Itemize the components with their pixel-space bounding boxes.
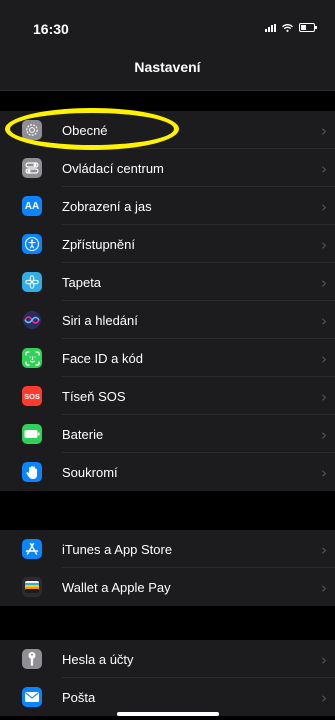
status-icons — [265, 23, 317, 32]
app-store-icon — [22, 539, 42, 559]
chevron-right-icon: › — [321, 464, 327, 482]
settings-item-mail[interactable]: Pošta › — [0, 678, 335, 716]
chevron-right-icon: › — [321, 388, 327, 406]
siri-icon — [22, 310, 42, 330]
chevron-right-icon: › — [321, 689, 327, 707]
wallpaper-icon — [22, 272, 42, 292]
chevron-right-icon: › — [321, 274, 327, 292]
settings-item-label: Zobrazení a jas — [62, 198, 152, 214]
chevron-right-icon: › — [321, 426, 327, 444]
display-brightness-icon: AA — [22, 196, 42, 216]
settings-item-label: Pošta — [62, 689, 96, 705]
chevron-right-icon: › — [321, 236, 327, 254]
status-time: 16:30 — [33, 21, 69, 37]
accessibility-icon — [22, 234, 42, 254]
settings-item-label: Baterie — [62, 426, 104, 442]
settings-item-label: Soukromí — [62, 464, 118, 480]
settings-item-label: Siri a hledání — [62, 312, 138, 328]
settings-item-wallpaper[interactable]: Tapeta › — [0, 263, 335, 301]
settings-item-display-brightness[interactable]: AA Zobrazení a jas › — [0, 187, 335, 225]
settings-item-control-center[interactable]: Ovládací centrum › — [0, 149, 335, 187]
key-icon — [22, 649, 42, 669]
chevron-right-icon: › — [321, 579, 327, 597]
settings-item-itunes-app-store[interactable]: iTunes a App Store › — [0, 530, 335, 568]
settings-item-label: Ovládací centrum — [62, 160, 164, 176]
settings-item-accessibility[interactable]: Zpřístupnění › — [0, 225, 335, 263]
settings-group-main: Obecné › Ovládací centrum › AA Zobrazení… — [0, 111, 335, 491]
settings-item-label: Face ID a kód — [62, 350, 143, 366]
chevron-right-icon: › — [321, 160, 327, 178]
settings-item-siri-search[interactable]: Siri a hledání › — [0, 301, 335, 339]
page-title: Nastavení — [134, 59, 201, 75]
settings-item-label: Hesla a účty — [62, 651, 134, 667]
sos-icon: SOS — [22, 386, 42, 406]
battery-status-icon — [299, 23, 317, 32]
settings-item-wallet-apple-pay[interactable]: Wallet a Apple Pay › — [0, 568, 335, 606]
settings-item-label: Tapeta — [62, 274, 102, 290]
settings-item-face-id[interactable]: Face ID a kód › — [0, 339, 335, 377]
settings-item-privacy[interactable]: Soukromí › — [0, 453, 335, 491]
wallet-icon — [22, 577, 42, 597]
hand-icon — [22, 462, 42, 482]
battery-icon — [22, 424, 42, 444]
settings-item-label: Zpřístupnění — [62, 236, 135, 252]
settings-group-stores: iTunes a App Store › Wallet a Apple Pay … — [0, 530, 335, 606]
chevron-right-icon: › — [321, 651, 327, 669]
status-bar: 16:30 — [0, 0, 335, 44]
settings-item-label: Obecné — [62, 122, 108, 138]
mail-icon — [22, 687, 42, 707]
cellular-signal-icon — [265, 23, 276, 32]
chevron-right-icon: › — [321, 122, 327, 140]
chevron-right-icon: › — [321, 541, 327, 559]
settings-item-passwords-accounts[interactable]: Hesla a účty › — [0, 640, 335, 678]
gear-icon — [22, 120, 42, 140]
face-id-icon — [22, 348, 42, 368]
home-indicator[interactable] — [117, 712, 219, 716]
settings-group-accounts: Hesla a účty › Pošta › — [0, 640, 335, 716]
chevron-right-icon: › — [321, 198, 327, 216]
settings-item-battery[interactable]: Baterie › — [0, 415, 335, 453]
settings-item-label: Wallet a Apple Pay — [62, 579, 171, 595]
settings-item-general[interactable]: Obecné › — [0, 111, 335, 149]
settings-item-label: iTunes a App Store — [62, 541, 173, 557]
wifi-icon — [282, 23, 293, 32]
chevron-right-icon: › — [321, 350, 327, 368]
settings-item-emergency-sos[interactable]: SOS Tíseň SOS › — [0, 377, 335, 415]
chevron-right-icon: › — [321, 312, 327, 330]
control-center-icon — [22, 158, 42, 178]
navigation-bar: Nastavení — [0, 44, 335, 91]
settings-item-label: Tíseň SOS — [62, 388, 126, 404]
